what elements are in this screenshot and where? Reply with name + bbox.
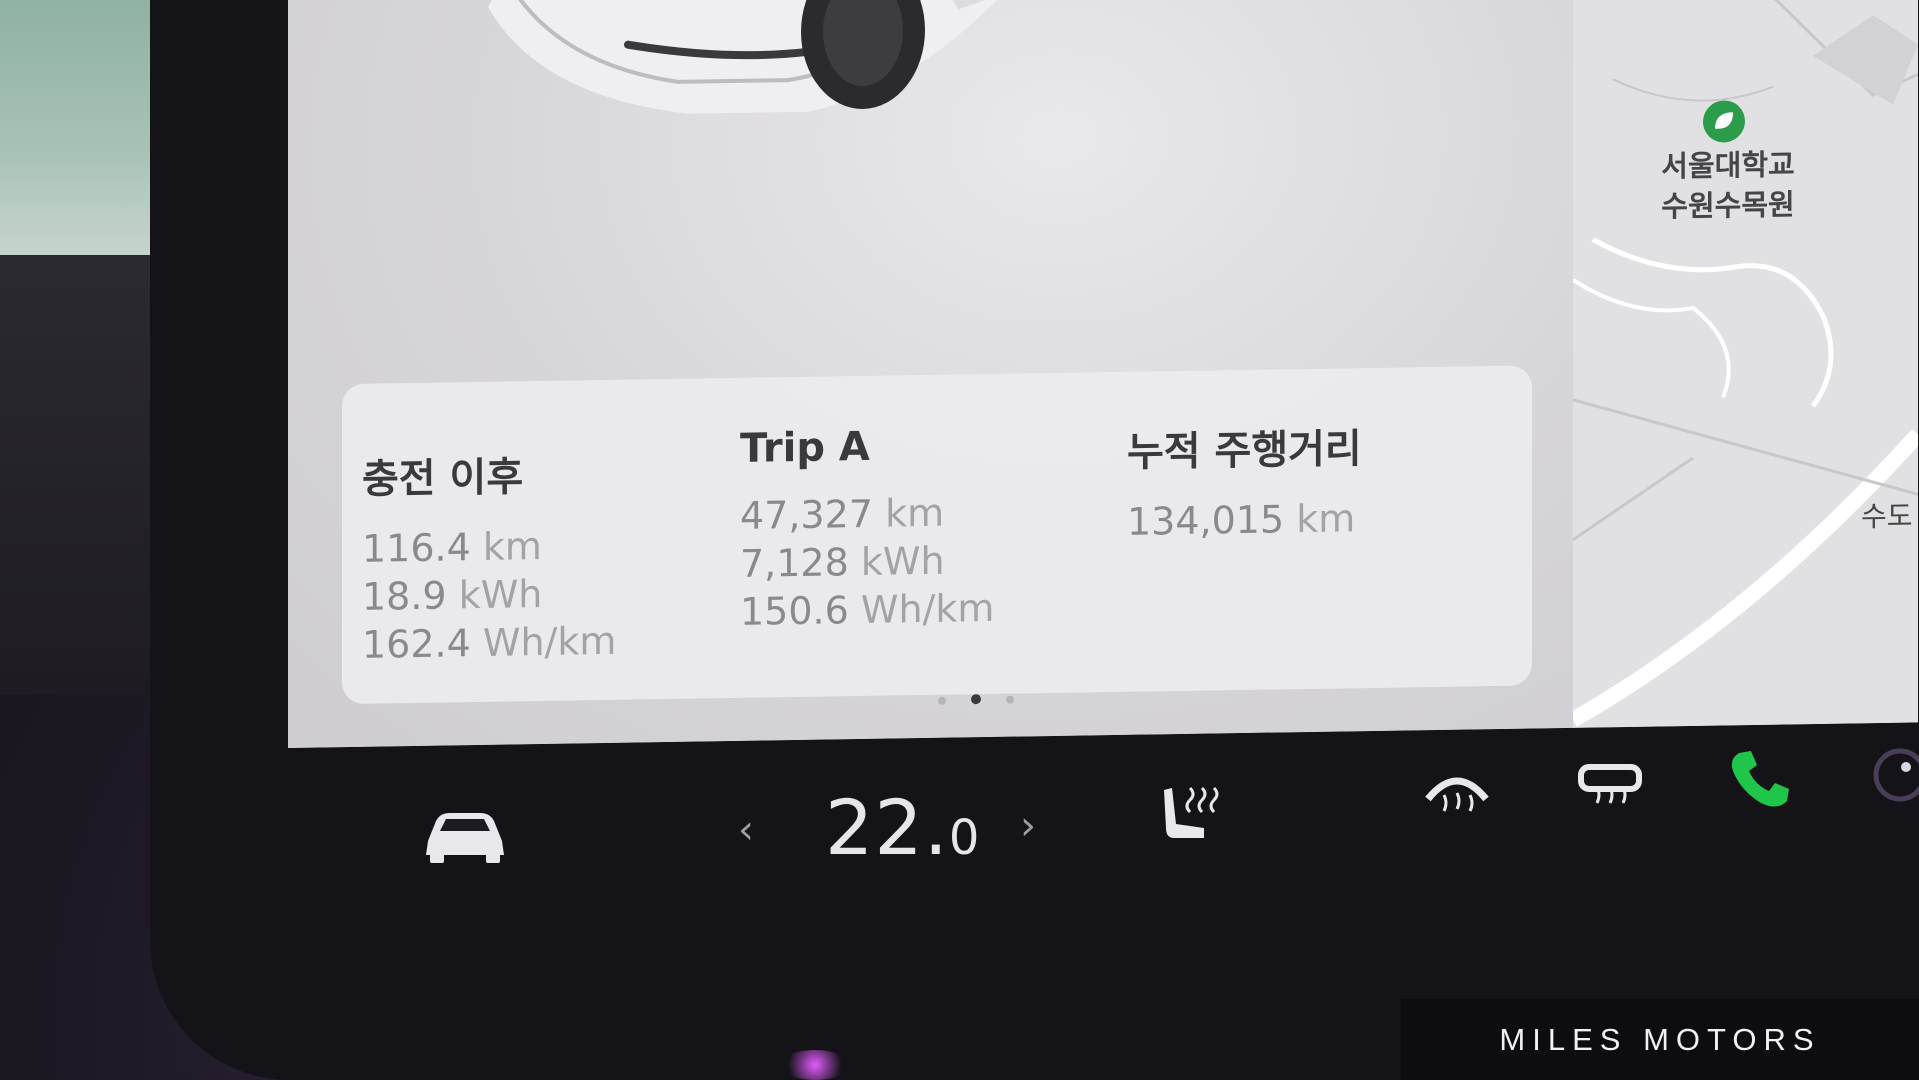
page-indicator (928, 688, 1024, 709)
bottom-control-bar: ‹ 22.0 › (330, 745, 1919, 895)
car-panel: 충전 이후 116.4 km 18.9 kWh 162.4 Wh/km Trip… (288, 0, 1573, 748)
trip-a-energy: 7,128 kWh (740, 536, 994, 588)
since-charge-energy-unit: kWh (458, 572, 543, 618)
watermark-banner: MILES MOTORS (1401, 999, 1919, 1080)
since-charge-efficiency-unit: Wh/km (482, 618, 617, 665)
map-roads (1573, 0, 1918, 727)
dashboard-background (0, 255, 160, 695)
trip-a-distance-value: 47,327 (740, 491, 873, 538)
map-view[interactable]: 서울대학교 수원수목원 수도 (1573, 0, 1918, 728)
trip-a-title: Trip A (740, 423, 870, 472)
odometer-distance-value: 134,015 (1127, 497, 1285, 544)
odometer-distance-unit: km (1296, 496, 1356, 542)
watermark-text: MILES MOTORS (1499, 1022, 1821, 1057)
seat-heater-icon[interactable] (1160, 780, 1230, 854)
car-image (488, 0, 1078, 114)
trip-a-energy-value: 7,128 (740, 540, 849, 586)
map-poi-name-line1: 서울대학교 (1661, 147, 1795, 184)
since-charge-distance-value: 116.4 (362, 525, 471, 571)
since-charge-section: 충전 이후 116.4 km 18.9 kWh 162.4 Wh/km (342, 443, 616, 669)
trip-a-section[interactable]: Trip A 47,327 km 7,128 kWh 150.6 Wh/km (740, 422, 994, 636)
since-charge-efficiency: 162.4 Wh/km (362, 617, 616, 669)
odometer-distance: 134,015 km (1127, 494, 1362, 546)
map-poi-label[interactable]: 서울대학교 수원수목원 (1633, 144, 1823, 227)
map-poi-name-line2: 수원수목원 (1661, 187, 1795, 224)
trip-a-efficiency: 150.6 Wh/km (740, 584, 994, 636)
phone-icon[interactable] (1725, 745, 1795, 819)
since-charge-distance: 116.4 km (362, 521, 616, 573)
since-charge-energy: 18.9 kWh (362, 569, 616, 621)
since-charge-title: 충전 이후 (362, 454, 524, 503)
trip-a-energy-unit: kWh (860, 538, 945, 585)
leaf-icon[interactable] (1703, 100, 1745, 143)
temperature-whole: 22. (825, 783, 949, 872)
rear-defrost-icon[interactable] (1575, 755, 1645, 819)
odometer-title: 누적 주행거리 (1127, 426, 1362, 476)
car-icon[interactable] (420, 805, 510, 869)
temp-decrease-button[interactable]: ‹ (738, 807, 754, 853)
round-control-icon[interactable] (1870, 745, 1919, 809)
trip-a-efficiency-unit: Wh/km (860, 585, 995, 633)
odometer-section: 누적 주행거리 134,015 km (1127, 416, 1362, 546)
ambient-light-glow (780, 1050, 850, 1080)
temp-increase-button[interactable]: › (1020, 803, 1036, 849)
trip-stats-card: 충전 이후 116.4 km 18.9 kWh 162.4 Wh/km Trip… (342, 365, 1532, 705)
page-dot[interactable] (1006, 695, 1015, 704)
temperature-decimal: 0 (948, 810, 981, 866)
ambient-background (0, 0, 160, 255)
page-dot-active[interactable] (971, 694, 982, 705)
temperature-display[interactable]: 22.0 (825, 783, 980, 872)
since-charge-efficiency-value: 162.4 (362, 621, 471, 667)
page-dot[interactable] (938, 696, 946, 705)
trip-a-distance-unit: km (885, 490, 945, 536)
map-edge-label: 수도 (1861, 499, 1913, 534)
since-charge-energy-value: 18.9 (362, 573, 447, 619)
trip-a-distance: 47,327 km (740, 488, 994, 540)
front-defrost-icon[interactable] (1422, 765, 1492, 829)
main-screen: 충전 이후 116.4 km 18.9 kWh 162.4 Wh/km Trip… (288, 0, 1918, 748)
trip-a-efficiency-value: 150.6 (740, 588, 849, 634)
since-charge-distance-unit: km (482, 524, 542, 569)
